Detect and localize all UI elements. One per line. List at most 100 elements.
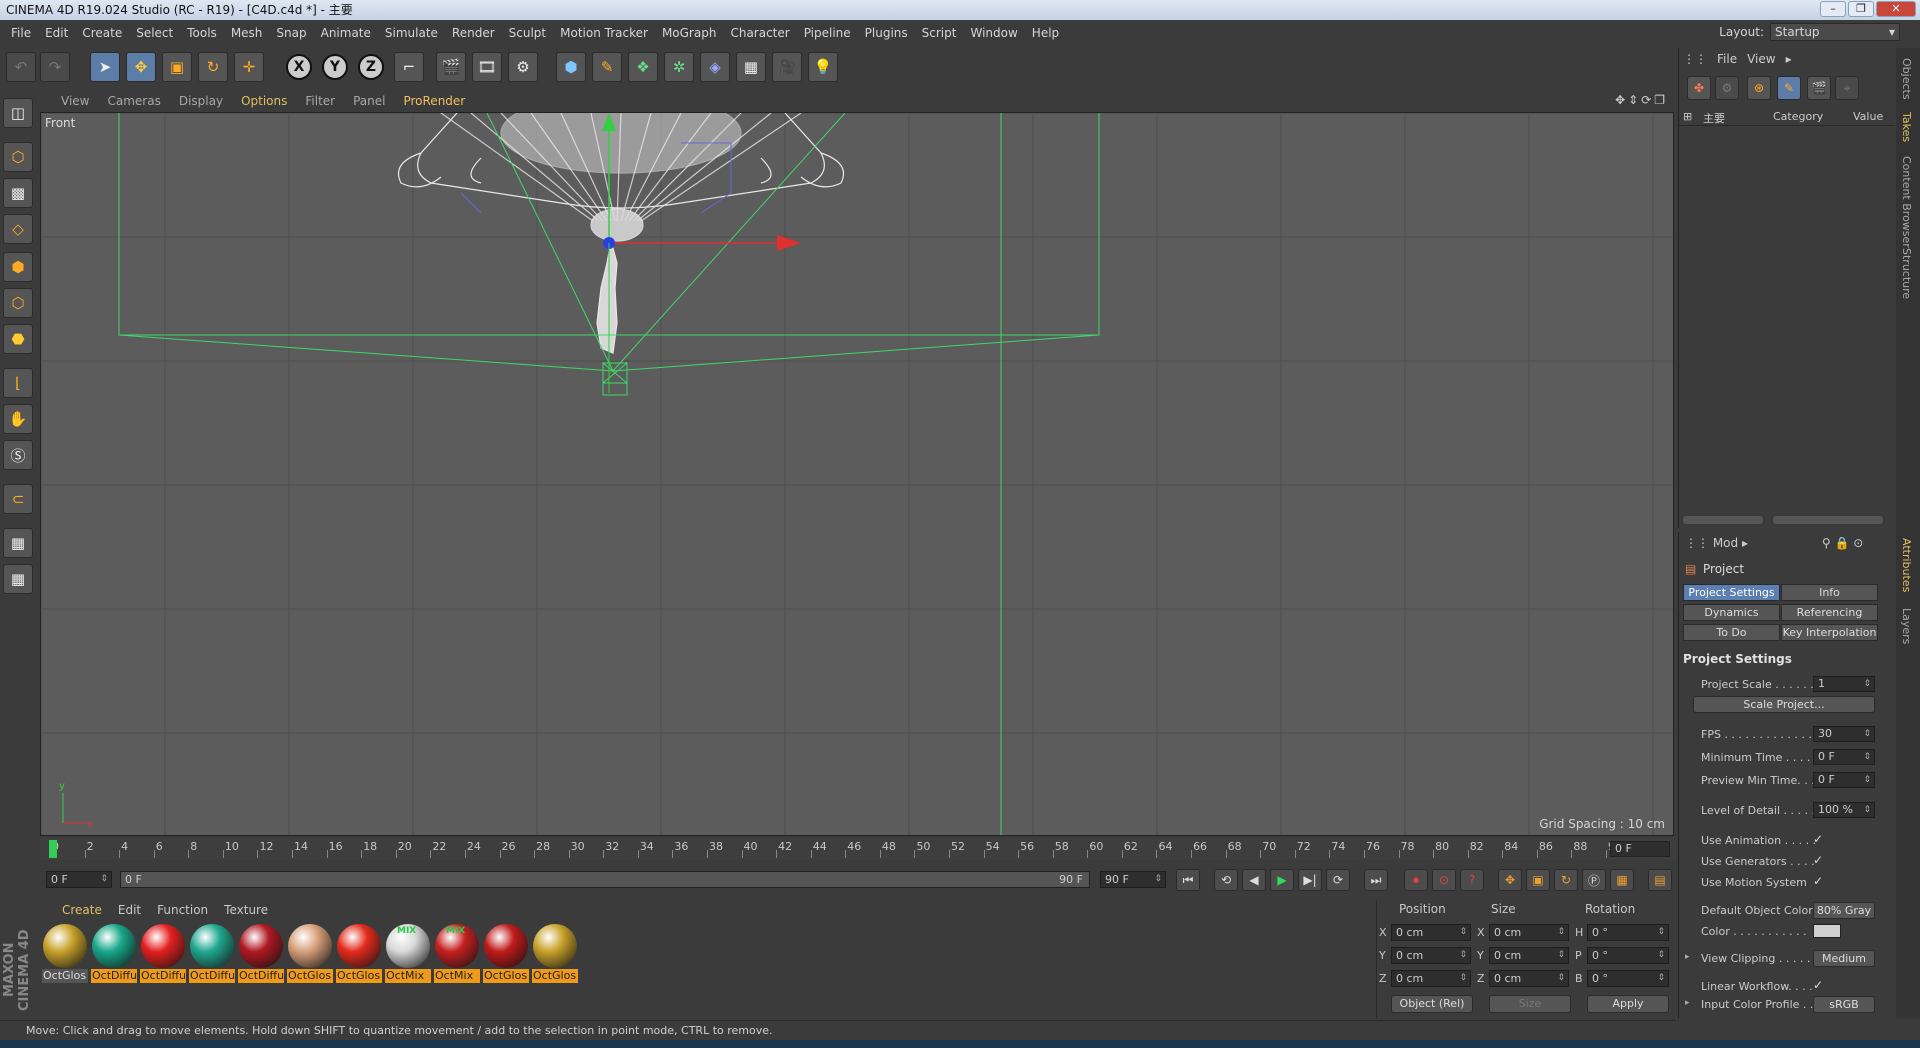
tab-layers[interactable]: Layers — [1900, 608, 1913, 644]
play-icon[interactable]: ▶ — [1270, 869, 1294, 891]
prev-key-icon[interactable]: ⟲ — [1214, 869, 1238, 891]
search-icon[interactable]: ⚲ — [1822, 536, 1831, 550]
material-swatch[interactable]: MIX OctMix — [385, 924, 431, 986]
subdivision-icon[interactable]: ❖ — [628, 52, 658, 82]
record-scale-icon[interactable]: ▣ — [1526, 869, 1550, 891]
workplane-lock-icon[interactable]: ▦ — [3, 528, 33, 558]
timeline-window-icon[interactable]: ▤ — [1648, 869, 1672, 891]
scene-icon[interactable]: ✤ — [1687, 76, 1711, 100]
min-time-field[interactable]: 0 F — [1813, 749, 1875, 765]
redo-icon[interactable]: ↷ — [40, 52, 70, 82]
default-color-dropdown[interactable]: 80% Gray — [1813, 902, 1875, 919]
light-icon[interactable]: 💡 — [808, 52, 838, 82]
tab-content-browser[interactable]: Content Browser — [1900, 156, 1913, 248]
tweak-mode-icon[interactable]: ✋ — [3, 404, 33, 434]
position-y-field[interactable]: 0 cm — [1391, 947, 1471, 964]
viewport-canvas[interactable]: y x — [41, 113, 1674, 836]
floor-icon[interactable]: ▦ — [736, 52, 766, 82]
select-cursor-icon[interactable]: ➤ — [90, 52, 120, 82]
position-z-field[interactable]: 0 cm — [1391, 970, 1471, 987]
tab-attributes[interactable]: Attributes — [1900, 538, 1913, 592]
rotation-h-field[interactable]: 0 ° — [1587, 924, 1669, 941]
coordinate-system-icon[interactable]: ⌐ — [394, 52, 424, 82]
vp-menu-prorender[interactable]: ProRender — [394, 94, 474, 108]
obj-menu-view[interactable]: View — [1747, 52, 1775, 66]
tab-to-do[interactable]: To Do — [1683, 624, 1780, 641]
end-frame-field[interactable]: 90 F — [1100, 871, 1166, 888]
attr-mode-menu[interactable]: Mod — [1713, 536, 1738, 550]
cube-primitive-icon[interactable]: ⬢ — [556, 52, 586, 82]
next-frame-icon[interactable]: ▶| — [1298, 869, 1322, 891]
material-swatch[interactable]: OctDiffu — [189, 924, 235, 986]
points-mode-icon[interactable]: ⬢ — [3, 252, 33, 282]
vp-menu-filter[interactable]: Filter — [296, 94, 344, 108]
tab-referencing[interactable]: Referencing — [1781, 604, 1878, 621]
timeline-ruler[interactable]: 0246810121416182022242628303234363840424… — [50, 838, 1622, 860]
make-editable-icon[interactable]: ◫ — [3, 98, 33, 128]
menu-mesh[interactable]: Mesh — [224, 26, 270, 40]
front-viewport[interactable]: y x Front Grid Spacing : 10 cm — [40, 112, 1674, 836]
menu-window[interactable]: Window — [963, 26, 1024, 40]
linear-workflow-checkbox[interactable]: ✓ — [1813, 978, 1823, 992]
menu-plugins[interactable]: Plugins — [858, 26, 915, 40]
axis-mode-icon[interactable]: ⌊ — [3, 368, 33, 398]
menu-file[interactable]: File — [4, 26, 38, 40]
preview-range-slider[interactable]: 0 F 90 F — [120, 871, 1090, 888]
material-swatch[interactable]: OctGlos — [532, 924, 578, 986]
polygons-mode-icon[interactable]: ⬣ — [3, 324, 33, 354]
model-mode-icon[interactable]: ⬡ — [3, 142, 33, 172]
horizontal-scrollbar[interactable] — [1683, 516, 1763, 524]
size-y-field[interactable]: 0 cm — [1489, 947, 1569, 964]
menu-sculpt[interactable]: Sculpt — [502, 26, 553, 40]
material-swatch[interactable]: OctGlos — [336, 924, 382, 986]
octane-icon[interactable]: ⊛ — [1747, 76, 1771, 100]
transform-tool-icon[interactable]: ✛ — [234, 52, 264, 82]
render-view-icon[interactable]: 🎬 — [436, 52, 466, 82]
minimize-icon[interactable]: – — [1820, 1, 1846, 17]
texture-mode-icon[interactable]: ▩ — [3, 178, 33, 208]
vp-menu-cameras[interactable]: Cameras — [98, 94, 169, 108]
tab-info[interactable]: Info — [1781, 584, 1878, 601]
rotation-p-field[interactable]: 0 ° — [1587, 947, 1669, 964]
next-key-icon[interactable]: ⟳ — [1326, 869, 1350, 891]
use-motion-checkbox[interactable]: ✓ — [1813, 874, 1823, 888]
menu-select[interactable]: Select — [129, 26, 180, 40]
tab-project-settings[interactable]: Project Settings — [1683, 584, 1780, 601]
camera-take-icon[interactable]: ✎ — [1777, 76, 1801, 100]
scale-project-button[interactable]: Scale Project... — [1693, 696, 1875, 713]
material-swatch[interactable]: OctDiffu — [91, 924, 137, 986]
menu-character[interactable]: Character — [723, 26, 796, 40]
menu-mograph[interactable]: MoGraph — [655, 26, 724, 40]
camera-icon[interactable]: 🎥 — [772, 52, 802, 82]
tab-structure[interactable]: Structure — [1900, 248, 1913, 299]
layout-dropdown[interactable]: Startup — [1770, 23, 1900, 41]
vp-menu-display[interactable]: Display — [170, 94, 232, 108]
snap-icon[interactable]: ⊂ — [3, 484, 33, 514]
mat-menu-create[interactable]: Create — [54, 903, 110, 917]
menu-simulate[interactable]: Simulate — [378, 26, 445, 40]
move-tool-icon[interactable]: ✥ — [126, 52, 156, 82]
menu-render[interactable]: Render — [445, 26, 502, 40]
use-animation-checkbox[interactable]: ✓ — [1813, 832, 1823, 846]
size-z-field[interactable]: 0 cm — [1489, 970, 1569, 987]
render-picture-viewer-icon[interactable]: 🎞 — [472, 52, 502, 82]
root-take[interactable]: 主要 — [1703, 110, 1725, 126]
y-axis-lock-icon[interactable]: Y — [322, 54, 348, 80]
mat-menu-edit[interactable]: Edit — [110, 903, 149, 917]
deformer-icon[interactable]: ◈ — [700, 52, 730, 82]
expand-arrow-icon[interactable]: ▸ — [1685, 998, 1690, 1008]
menu-animate[interactable]: Animate — [314, 26, 378, 40]
preview-min-field[interactable]: 0 F — [1813, 772, 1875, 788]
workplane-mode-icon[interactable]: ◇ — [3, 214, 33, 244]
playhead[interactable] — [49, 840, 57, 858]
grip-icon[interactable]: ⋮⋮ — [1685, 536, 1709, 550]
material-swatch[interactable]: OctGlos — [287, 924, 333, 986]
view-clipping-dropdown[interactable]: Medium — [1813, 950, 1875, 967]
fps-field[interactable]: 30 — [1813, 726, 1875, 742]
undo-icon[interactable]: ↶ — [6, 52, 36, 82]
start-frame-field[interactable]: 0 F — [46, 871, 112, 888]
position-x-field[interactable]: 0 cm — [1391, 924, 1471, 941]
project-scale-field[interactable]: 1 — [1813, 676, 1875, 692]
more-icon[interactable]: ▸ — [1786, 52, 1792, 66]
mode-arrow-icon[interactable]: ▸ — [1742, 536, 1748, 550]
